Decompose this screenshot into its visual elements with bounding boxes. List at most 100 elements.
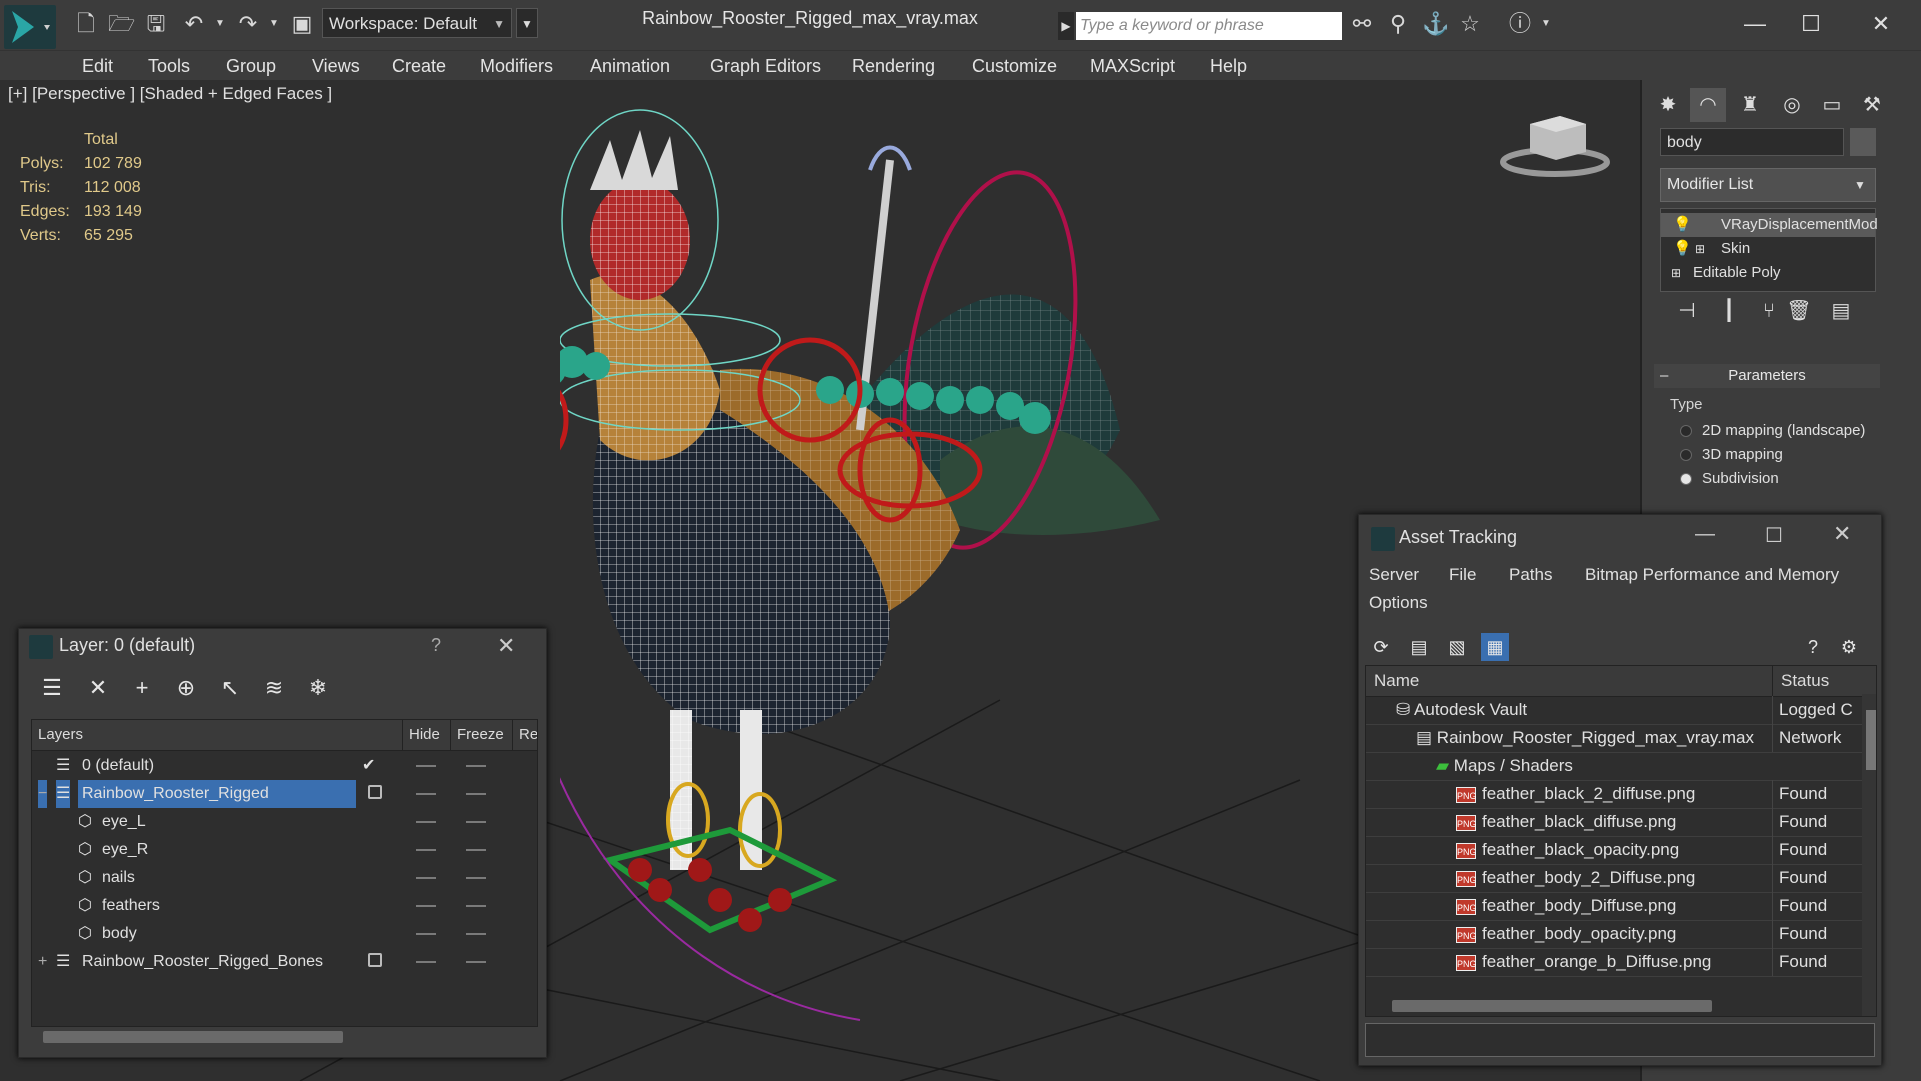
menu-server[interactable]: Server bbox=[1369, 565, 1419, 585]
col-status[interactable]: Status bbox=[1772, 666, 1829, 696]
lightbulb-icon[interactable]: 💡 bbox=[1673, 213, 1692, 237]
lightbulb-icon[interactable]: 💡 bbox=[1673, 237, 1692, 261]
sign-in-icon[interactable]: ⚓ bbox=[1422, 12, 1449, 36]
display-tab-icon[interactable]: ▭ bbox=[1814, 88, 1850, 122]
freeze-toggle[interactable] bbox=[466, 849, 486, 851]
stack-item-skin[interactable]: 💡 ⊞ Skin bbox=[1661, 237, 1875, 261]
asset-row-png[interactable]: PNG feather_black_diffuse.png Found bbox=[1366, 808, 1862, 837]
expand-icon[interactable]: + bbox=[38, 948, 47, 976]
layer-manager-icon[interactable]: ☰ bbox=[37, 673, 67, 703]
key-tools-icon[interactable]: ⚲ bbox=[1386, 12, 1410, 36]
asset-row-vault[interactable]: ⛁ Autodesk Vault Logged C bbox=[1366, 696, 1862, 725]
hide-toggle[interactable] bbox=[416, 905, 436, 907]
col-name[interactable]: Name bbox=[1374, 666, 1419, 696]
object-color-swatch[interactable] bbox=[1850, 128, 1876, 156]
menu-options[interactable]: Options bbox=[1369, 593, 1428, 613]
undo-icon[interactable]: ↶ bbox=[182, 12, 206, 36]
menu-views[interactable]: Views bbox=[312, 51, 360, 81]
layer-row-nails[interactable]: ⬡ nails bbox=[32, 864, 537, 892]
viewport-label[interactable]: [+] [Perspective ] [Shaded + Edged Faces… bbox=[8, 84, 332, 104]
search-input[interactable]: Type a keyword or phrase bbox=[1076, 12, 1342, 40]
workspace-dropdown[interactable]: Workspace: Default ▼ bbox=[322, 8, 512, 38]
add-layer-icon[interactable]: + bbox=[127, 673, 157, 703]
remove-modifier-icon[interactable]: 🗑 bbox=[1784, 296, 1814, 326]
asset-row-png[interactable]: PNG feather_body_Diffuse.png Found bbox=[1366, 892, 1862, 921]
context-help-icon[interactable]: ⚙ bbox=[1835, 633, 1863, 661]
asset-row-maps-shaders[interactable]: ▰ Maps / Shaders bbox=[1366, 752, 1862, 781]
project-folder-icon[interactable]: ▣ bbox=[290, 12, 314, 36]
create-tab-icon[interactable]: ✸ bbox=[1650, 88, 1686, 122]
expand-plus-icon[interactable]: ⊞ bbox=[1671, 261, 1681, 285]
collapse-icon[interactable]: − bbox=[38, 780, 48, 808]
redo-dropdown-icon[interactable]: ▼ bbox=[262, 12, 286, 36]
layer-row-eye-r[interactable]: ⬡ eye_R bbox=[32, 836, 537, 864]
freeze-toggle[interactable] bbox=[466, 793, 486, 795]
save-icon[interactable]: 🖫 bbox=[144, 12, 168, 36]
freeze-toggle[interactable] bbox=[466, 961, 486, 963]
hide-toggle[interactable] bbox=[416, 765, 436, 767]
hide-toggle[interactable] bbox=[416, 877, 436, 879]
new-file-icon[interactable]: 🗋 bbox=[74, 12, 98, 36]
layer-row-rooster-bones[interactable]: + ☰ Rainbow_Rooster_Rigged_Bones bbox=[32, 948, 537, 976]
help-icon[interactable]: ? bbox=[1799, 633, 1827, 661]
menu-file[interactable]: File bbox=[1449, 565, 1476, 585]
current-layer-checkbox[interactable] bbox=[368, 953, 382, 967]
hide-toggle[interactable] bbox=[416, 961, 436, 963]
hide-toggle[interactable] bbox=[416, 933, 436, 935]
dialog-close-button[interactable]: ✕ bbox=[1833, 521, 1851, 547]
freeze-toggle[interactable] bbox=[466, 877, 486, 879]
menu-group[interactable]: Group bbox=[226, 51, 276, 81]
object-name-field[interactable]: body bbox=[1660, 128, 1844, 156]
motion-tab-icon[interactable]: ◎ bbox=[1774, 88, 1810, 122]
menu-modifiers[interactable]: Modifiers bbox=[480, 51, 553, 81]
vertical-scrollbar-thumb[interactable] bbox=[1866, 710, 1876, 770]
menu-tools[interactable]: Tools bbox=[148, 51, 190, 81]
col-hide[interactable]: Hide bbox=[402, 720, 450, 750]
asset-row-png[interactable]: PNG feather_orange_b_Diffuse.png Found bbox=[1366, 948, 1862, 977]
dialog-close-button[interactable]: ✕ bbox=[497, 633, 515, 659]
menu-animation[interactable]: Animation bbox=[590, 51, 670, 81]
configure-modifier-sets-icon[interactable]: ▤ bbox=[1826, 296, 1856, 326]
make-unique-icon[interactable]: ⑂ bbox=[1754, 296, 1784, 326]
asset-row-max-file[interactable]: ▤ Rainbow_Rooster_Rigged_max_vray.max Ne… bbox=[1366, 724, 1862, 753]
viewcube-icon[interactable] bbox=[1500, 104, 1610, 184]
delete-layer-icon[interactable]: ✕ bbox=[83, 673, 113, 703]
menu-graph-editors[interactable]: Graph Editors bbox=[710, 51, 821, 81]
layer-row-eye-l[interactable]: ⬡ eye_L bbox=[32, 808, 537, 836]
menu-maxscript[interactable]: MAXScript bbox=[1090, 51, 1175, 81]
layer-row-body[interactable]: ⬡ body bbox=[32, 920, 537, 948]
asset-row-png[interactable]: PNG feather_body_opacity.png Found bbox=[1366, 920, 1862, 949]
favorites-star-icon[interactable]: ☆ bbox=[1458, 12, 1482, 36]
show-end-result-icon[interactable]: ┃ bbox=[1714, 296, 1744, 326]
expand-plus-icon[interactable]: ⊞ bbox=[1695, 237, 1705, 261]
col-freeze[interactable]: Freeze bbox=[450, 720, 512, 750]
workspace-menu-arrow[interactable]: ▼ bbox=[516, 8, 538, 38]
table-view-icon[interactable]: ▦ bbox=[1481, 633, 1509, 661]
minimize-button[interactable]: — bbox=[1730, 6, 1780, 42]
radio-2d-mapping[interactable]: 2D mapping (landscape) bbox=[1680, 422, 1900, 439]
list-view-icon[interactable]: ▤ bbox=[1405, 633, 1433, 661]
current-layer-checkbox[interactable] bbox=[368, 785, 382, 799]
help-icon[interactable]: ⓘ bbox=[1508, 12, 1532, 36]
stack-item-vraydisplacement[interactable]: 💡 VRayDisplacementMod bbox=[1661, 213, 1878, 237]
redo-icon[interactable]: ↷ bbox=[236, 12, 260, 36]
highlight-layer-icon[interactable]: ≋ bbox=[259, 673, 289, 703]
select-objects-icon[interactable]: ↖ bbox=[215, 673, 245, 703]
freeze-toggle[interactable] bbox=[466, 765, 486, 767]
menu-customize[interactable]: Customize bbox=[972, 51, 1057, 81]
hide-freeze-all-icon[interactable]: ❄ bbox=[303, 673, 333, 703]
add-selection-icon[interactable]: ⊕ bbox=[171, 673, 201, 703]
parameters-rollout-header[interactable]: – Parameters bbox=[1654, 364, 1880, 388]
thumbnail-view-icon[interactable]: ▧ bbox=[1443, 633, 1471, 661]
freeze-toggle[interactable] bbox=[466, 905, 486, 907]
binoculars-icon[interactable]: ⚯ bbox=[1350, 12, 1374, 36]
hide-toggle[interactable] bbox=[416, 849, 436, 851]
modify-tab-icon[interactable]: ◠ bbox=[1690, 88, 1726, 122]
dialog-help-button[interactable]: ? bbox=[431, 635, 441, 656]
horizontal-scrollbar[interactable] bbox=[43, 1031, 343, 1043]
menu-rendering[interactable]: Rendering bbox=[852, 51, 935, 81]
hide-toggle[interactable] bbox=[416, 793, 436, 795]
menu-create[interactable]: Create bbox=[392, 51, 446, 81]
layer-row-rooster-rigged[interactable]: − ☰ Rainbow_Rooster_Rigged bbox=[32, 780, 537, 808]
col-layers[interactable]: Layers bbox=[32, 720, 360, 750]
